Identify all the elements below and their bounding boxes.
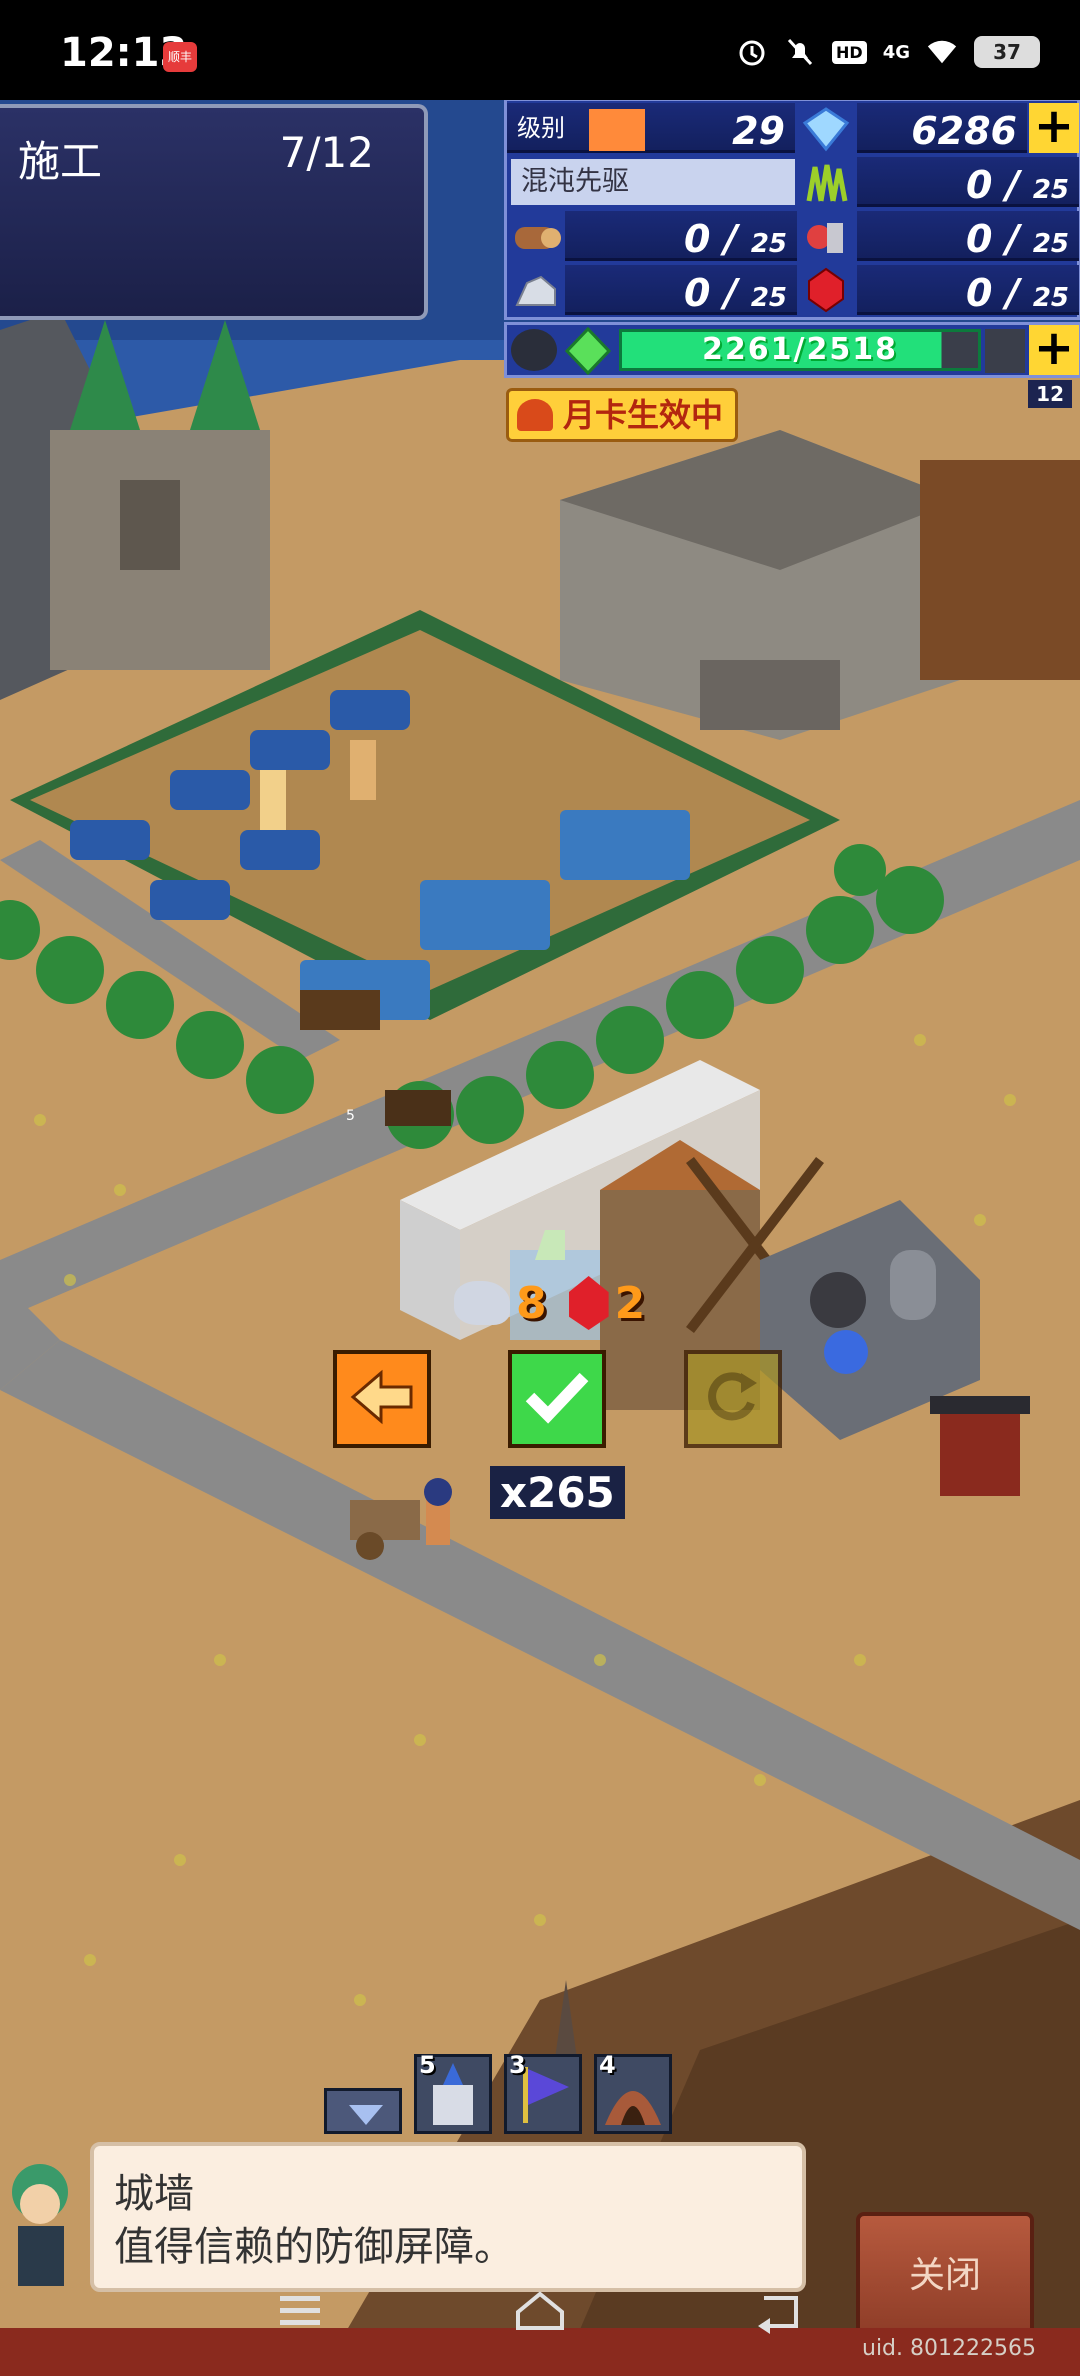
building-info-dialog: 城墙 值得信赖的防御屏障。	[90, 2142, 806, 2292]
flag-count: 3	[509, 2051, 526, 2079]
menu-icon[interactable]	[270, 2288, 330, 2334]
corner-counter: 12	[1028, 380, 1072, 408]
grass-icon	[801, 157, 851, 207]
construction-panel[interactable]: 施工 7/12	[0, 104, 428, 320]
wifi-icon	[926, 36, 958, 68]
wood-icon	[511, 211, 561, 261]
alarm-icon	[736, 36, 768, 68]
grass-cell: 0 / 25	[857, 157, 1079, 207]
app-notification-icon: 顺丰	[163, 42, 197, 72]
castle-count: 5	[419, 2051, 436, 2079]
stone-ruby-row: 0 / 25 0 / 25	[507, 263, 1080, 317]
stone-cost-icon	[454, 1281, 510, 1325]
grass-count: 0 / 25	[966, 163, 1069, 207]
quickbar-slot-cave[interactable]: 4	[594, 2051, 672, 2135]
building-description: 值得信赖的防御屏障。	[114, 2224, 514, 2270]
home-icon[interactable]	[510, 2288, 570, 2334]
green-gem-icon	[563, 326, 613, 376]
monthly-card-badge[interactable]: 月卡生效中	[506, 388, 738, 442]
back-button[interactable]	[333, 1350, 431, 1448]
diamond-icon	[801, 103, 851, 153]
rotate-button[interactable]	[684, 1350, 782, 1448]
flag-icon	[507, 2067, 579, 2135]
building-quickbar: 5 3 4	[324, 2040, 672, 2138]
stone-count: 0 / 25	[684, 271, 787, 315]
quickbar-slot-castle[interactable]: 5	[414, 2051, 492, 2135]
signpost-number: 5	[346, 1108, 355, 1124]
placement-cost: 8 2	[454, 1268, 645, 1338]
collapse-button[interactable]	[324, 2088, 402, 2134]
market-stall	[930, 1396, 1030, 1496]
construction-title: 施工	[18, 137, 103, 186]
status-icons: HD 4G 37	[736, 36, 1040, 68]
wood-cell: 0 / 25	[565, 211, 797, 261]
network-icon: 4G	[882, 41, 910, 63]
construction-count: 7/12	[279, 128, 374, 177]
battery-icon: 37	[974, 36, 1040, 68]
ruby-cell: 0 / 25	[857, 265, 1079, 315]
cave-count: 4	[599, 2051, 616, 2079]
diamond-cell: 6286	[857, 103, 1027, 153]
rank-progress-bar	[589, 109, 645, 151]
ruby-cost-icon	[568, 1276, 609, 1330]
title-row: 混沌先驱 0 / 25	[507, 155, 1080, 209]
rank-cell: 级别 29	[507, 103, 795, 153]
ruby-count: 0 / 25	[966, 271, 1069, 315]
stone-cost: 8	[516, 1277, 547, 1329]
player-title: 混沌先驱	[511, 159, 795, 205]
back-nav-icon[interactable]	[750, 2288, 810, 2334]
user-id: uid. 801222565	[862, 2336, 1036, 2361]
gem-progress-text: 2261/2518	[702, 332, 898, 367]
food-icon	[801, 211, 851, 261]
mute-icon	[784, 36, 816, 68]
confirm-button[interactable]	[508, 1350, 606, 1448]
rank-value: 29	[732, 109, 785, 153]
wall-quantity: x265	[490, 1466, 625, 1519]
stone-icon	[511, 265, 561, 315]
gem-slot	[985, 329, 1025, 373]
gem-progress-row: 2261/2518 +	[504, 322, 1080, 378]
signpost	[300, 990, 380, 1030]
rotate-icon	[703, 1367, 763, 1431]
ruby-cost: 2	[614, 1277, 646, 1329]
food-cell: 0 / 25	[857, 211, 1079, 261]
arrow-left-icon	[347, 1367, 417, 1431]
castle-icon	[417, 2063, 489, 2135]
diamond-count: 6286	[911, 109, 1017, 153]
checkmark-icon	[522, 1367, 592, 1431]
signpost	[385, 1090, 451, 1126]
add-gems-button[interactable]: +	[1029, 324, 1079, 375]
building-name: 城墙	[114, 2171, 194, 2217]
resource-panel: 级别 29 6286 + 混沌先驱 0 / 25 0 / 25 0 / 25 0…	[504, 98, 1080, 320]
gem-progress-bar: 2261/2518	[619, 329, 981, 371]
food-count: 0 / 25	[966, 217, 1069, 261]
status-bar: 12:13 顺丰 HD 4G 37	[0, 0, 1080, 100]
rank-label: 级别	[517, 114, 565, 142]
cave-icon	[597, 2091, 669, 2135]
wood-food-row: 0 / 25 0 / 25	[507, 209, 1080, 263]
hd-icon: HD	[832, 40, 867, 64]
monthly-card-label: 月卡生效中	[563, 396, 724, 434]
quickbar-slot-flag[interactable]: 3	[504, 2051, 582, 2135]
empty-orb-icon	[511, 329, 557, 371]
wood-count: 0 / 25	[684, 217, 787, 261]
crown-icon	[517, 399, 553, 431]
rank-row: 级别 29 6286 +	[507, 101, 1080, 155]
stone-cell: 0 / 25	[565, 265, 797, 315]
add-diamonds-button[interactable]: +	[1029, 102, 1079, 153]
ruby-icon	[801, 265, 851, 315]
